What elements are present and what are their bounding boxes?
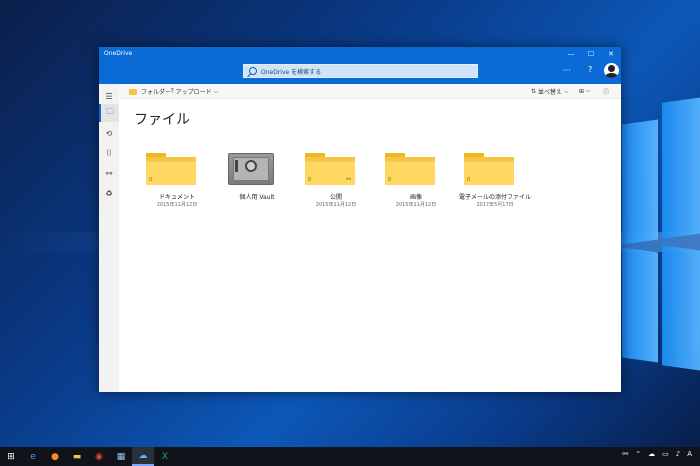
upload-icon: ⤒ bbox=[171, 87, 174, 95]
explorer-icon[interactable]: ▬ bbox=[66, 447, 88, 466]
item-name: 個人用 Vault bbox=[239, 194, 275, 201]
folder-icon bbox=[129, 88, 137, 95]
item-date: 2015年11月12日 bbox=[315, 202, 357, 208]
item-date: 2015年11月12日 bbox=[156, 202, 198, 208]
onedrive-tray-icon[interactable]: ☁ bbox=[648, 450, 655, 458]
start-icon[interactable]: ⊞ bbox=[0, 447, 22, 466]
search-placeholder: OneDrive を検索する bbox=[261, 68, 322, 76]
folder-tile-documents[interactable]: 0 ドキュメント 2015年11月12日 bbox=[139, 150, 215, 220]
windows-logo-wallpaper bbox=[622, 97, 700, 371]
item-date: 2017年5月17日 bbox=[476, 202, 514, 208]
hamburger-icon[interactable]: ☰ bbox=[99, 87, 119, 105]
people-icon[interactable]: ⚯ bbox=[622, 450, 628, 458]
title-bar: OneDrive — ☐ ✕ bbox=[99, 47, 621, 60]
item-count: 0 bbox=[388, 177, 392, 183]
item-name: 公開 bbox=[329, 194, 342, 201]
volume-icon[interactable]: ♪ bbox=[676, 450, 680, 458]
input-method-indicator[interactable]: A bbox=[687, 450, 692, 458]
system-tray: ⚯ ⌃ ☁ ▭ ♪ A bbox=[622, 450, 692, 458]
folder-tile-email-attachments[interactable]: 0 電子メールの添付ファイル 2017年5月17日 bbox=[457, 150, 533, 220]
chevron-up-icon[interactable]: ⌃ bbox=[635, 450, 641, 458]
folder-icon: 0 bbox=[146, 153, 196, 185]
sort-label: 並べ替え bbox=[538, 89, 563, 96]
folder-tile-public[interactable]: 0 ⚯ 公開 2015年11月12日 bbox=[298, 150, 374, 220]
window-title: OneDrive bbox=[104, 50, 133, 57]
onedrive-window: OneDrive — ☐ ✕ OneDrive を検索する ··· ? ☰ 🗀 … bbox=[99, 47, 621, 392]
command-bar: フォルダー ⤒ アップロード ⌵ ⇅ 並べ替え ⌵ ⊞ ⌵ ⓘ bbox=[119, 84, 621, 99]
navigation-sidebar: ☰ 🗀 ⟲ ⌷ ⚯ ♻ bbox=[99, 84, 119, 392]
vault-icon bbox=[228, 153, 274, 185]
info-icon: ⓘ bbox=[603, 89, 610, 96]
app-header: OneDrive を検索する ··· ? bbox=[99, 60, 621, 84]
shared-icon[interactable]: ⚯ bbox=[99, 164, 119, 182]
folder-icon[interactable]: 🗀 bbox=[99, 104, 119, 122]
chevron-down-icon: ⌵ bbox=[586, 87, 591, 94]
recycle-bin-icon[interactable]: ♻ bbox=[99, 184, 119, 202]
camera-icon[interactable]: ⌷ bbox=[99, 144, 119, 162]
item-name: 画像 bbox=[409, 194, 422, 201]
item-count: 0 bbox=[467, 177, 471, 183]
folder-icon: 0 bbox=[464, 153, 514, 185]
new-folder-button[interactable]: フォルダー bbox=[129, 87, 171, 96]
search-icon bbox=[249, 67, 257, 75]
taskbar: ⊞ e ● ▬ ◉ ▦ ☁ X ⚯ ⌃ ☁ ▭ ♪ A bbox=[0, 447, 700, 466]
more-options-button[interactable]: ··· bbox=[563, 66, 571, 75]
grid-view-icon: ⊞ bbox=[579, 87, 585, 95]
item-name: 電子メールの添付ファイル bbox=[458, 194, 531, 201]
close-button[interactable]: ✕ bbox=[601, 47, 621, 60]
info-button[interactable]: ⓘ bbox=[603, 87, 609, 96]
upload-label: アップロード bbox=[175, 89, 212, 96]
search-box[interactable]: OneDrive を検索する bbox=[243, 64, 478, 78]
chevron-down-icon: ⌵ bbox=[213, 87, 219, 95]
upload-button[interactable]: ⤒ アップロード ⌵ bbox=[171, 87, 219, 97]
item-name: ドキュメント bbox=[158, 194, 195, 201]
page-title: ファイル bbox=[134, 112, 190, 128]
chevron-down-icon: ⌵ bbox=[564, 87, 569, 95]
folder-icon: 0 bbox=[385, 153, 435, 185]
onedrive-icon[interactable]: ☁ bbox=[132, 447, 154, 466]
edge-icon[interactable]: e bbox=[22, 447, 44, 466]
folder-icon: 0 ⚯ bbox=[305, 153, 355, 185]
sort-button[interactable]: ⇅ 並べ替え ⌵ bbox=[531, 87, 569, 97]
chrome-icon[interactable]: ◉ bbox=[88, 447, 110, 466]
minimize-button[interactable]: — bbox=[561, 47, 581, 60]
maximize-button[interactable]: ☐ bbox=[581, 47, 601, 60]
recent-icon[interactable]: ⟲ bbox=[99, 124, 119, 142]
help-button[interactable]: ? bbox=[588, 65, 592, 74]
vault-tile[interactable]: 個人用 Vault bbox=[219, 150, 295, 220]
network-icon[interactable]: ▭ bbox=[662, 450, 669, 458]
account-avatar[interactable] bbox=[604, 63, 619, 78]
excel-icon[interactable]: X bbox=[154, 447, 176, 466]
view-button[interactable]: ⊞ ⌵ bbox=[579, 87, 591, 95]
sort-icon: ⇅ bbox=[531, 88, 537, 95]
new-folder-label: フォルダー bbox=[141, 89, 172, 96]
item-count: 0 bbox=[308, 177, 312, 183]
shared-icon: ⚯ bbox=[345, 176, 351, 183]
item-count: 0 bbox=[149, 177, 153, 183]
item-date: 2015年11月12日 bbox=[395, 202, 437, 208]
firefox-icon[interactable]: ● bbox=[44, 447, 66, 466]
app-icon[interactable]: ▦ bbox=[110, 447, 132, 466]
folder-tile-pictures[interactable]: 0 画像 2015年11月12日 bbox=[378, 150, 454, 220]
